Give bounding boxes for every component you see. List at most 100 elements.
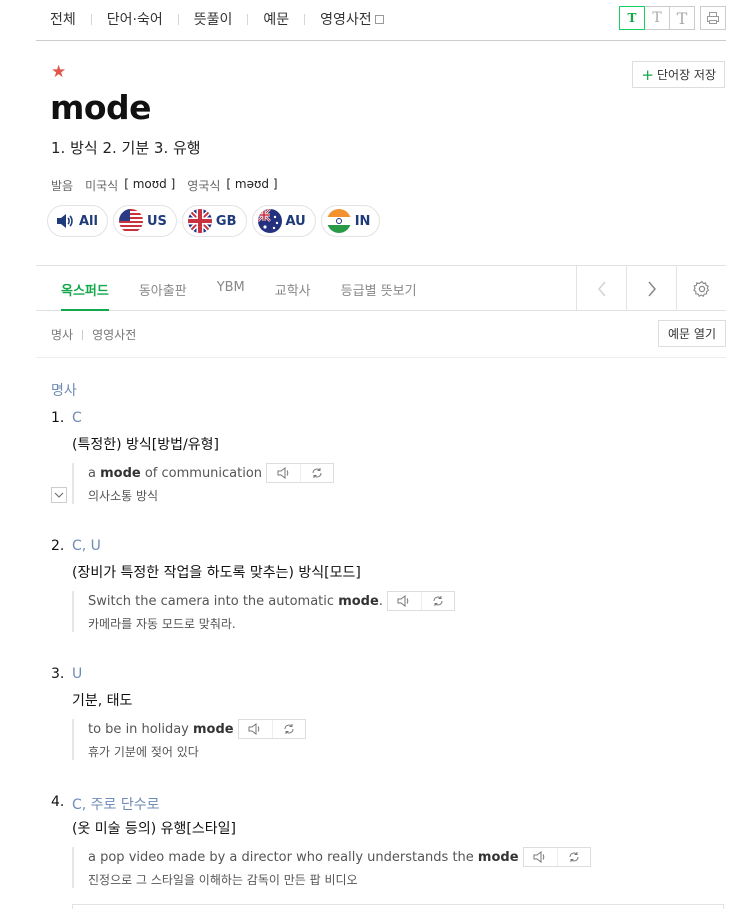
in-flag-icon — [326, 209, 351, 233]
definition-text: 기분, 태도 — [72, 693, 133, 709]
pronunciation-row: 발음 미국식 [ moʊd ] 영국식 [ məʊd ] — [51, 177, 278, 194]
chevron-down-icon — [54, 492, 64, 498]
repeat-example-button[interactable] — [556, 848, 590, 866]
audio-all-button[interactable]: All — [47, 205, 108, 237]
tab-ybm[interactable]: YBM — [217, 266, 245, 311]
tab-all[interactable]: 전체 — [50, 9, 76, 29]
meaning-summary: 1. 방식 2. 기분 3. 유행 — [51, 139, 201, 157]
speaker-icon — [397, 595, 409, 607]
repeat-example-button[interactable] — [300, 464, 333, 482]
repeat-example-button[interactable] — [271, 720, 305, 738]
example-english: a pop video made by a director who reall… — [88, 847, 591, 867]
grammar-label: C, 주로 단수로 — [72, 797, 160, 813]
gear-icon — [692, 280, 709, 297]
us-ipa: [ moʊd ] — [124, 177, 176, 191]
save-to-wordbook-button[interactable]: + 단어장 저장 — [632, 61, 725, 88]
grammar-label: C, U — [72, 538, 101, 554]
audio-label: All — [79, 213, 98, 229]
expand-button[interactable] — [51, 487, 67, 503]
example-text: a mode of communication — [88, 466, 262, 481]
tab-word-idiom[interactable]: 단어·숙어 — [107, 9, 163, 29]
example-korean: 의사소통 방식 — [88, 489, 159, 503]
repeat-icon — [312, 468, 322, 478]
next-button[interactable] — [626, 266, 676, 311]
settings-button[interactable] — [676, 266, 726, 311]
repeat-example-button[interactable] — [420, 592, 454, 610]
link-noun[interactable]: 명사 — [51, 326, 73, 343]
grammar-label: U — [72, 666, 83, 682]
example-headword: mode — [100, 465, 141, 481]
tab-english-dictionary[interactable]: 영영사전 — [320, 9, 384, 29]
tab-kyohak[interactable]: 교학사 — [275, 266, 311, 311]
source-nav — [576, 266, 726, 311]
example-korean: 휴가 기분에 젖어 있다 — [88, 745, 199, 759]
font-size-small-button[interactable]: T — [619, 6, 645, 30]
tab-oxford[interactable]: 옥스퍼드 — [61, 266, 109, 311]
example-english: a mode of communication — [88, 463, 335, 483]
audio-us-button[interactable]: US — [112, 205, 177, 237]
entry-number: 4. — [51, 794, 65, 810]
example-text-part: . — [378, 593, 383, 609]
tab-dong-a[interactable]: 동아출판 — [139, 266, 187, 311]
prev-button[interactable] — [576, 266, 626, 311]
play-example-button[interactable] — [267, 464, 300, 482]
example-text: Switch the camera into the automatic mod… — [88, 594, 383, 609]
uk-label: 영국식 — [187, 179, 221, 193]
example-headword: mode — [338, 593, 379, 609]
divider — [90, 13, 92, 25]
definition-text: (특정한) 방식[방법/유형] — [72, 437, 219, 453]
print-icon — [707, 12, 719, 24]
example: to be in holiday mode 휴가 기분에 젖어 있다 — [72, 719, 306, 760]
tab-label: 영영사전 — [320, 12, 372, 28]
definition-text: (옷 미술 등의) 유행[스타일] — [72, 821, 236, 837]
example-text-part: a pop video made by a director who reall… — [88, 849, 478, 865]
chevron-right-icon — [647, 281, 656, 296]
tab-meaning[interactable]: 뜻풀이 — [194, 9, 233, 29]
example: Switch the camera into the automatic mod… — [72, 591, 455, 632]
entry-number: 2. — [51, 538, 65, 554]
part-of-speech: 명사 — [51, 383, 77, 399]
example-text-part: a — [88, 465, 101, 481]
definition-text: (장비가 특정한 작업을 하도록 맞추는) 방식[모드] — [72, 565, 361, 581]
pronunciation-audio-buttons: All US GB AU IN — [47, 205, 381, 237]
font-size-large-button[interactable]: T — [669, 6, 695, 30]
example-headword: mode — [477, 849, 519, 865]
speaker-icon — [533, 851, 545, 863]
pronunciation-label: 발음 — [51, 179, 74, 193]
play-example-button[interactable] — [524, 848, 557, 866]
speaker-icon — [277, 467, 288, 479]
example-controls — [386, 591, 455, 611]
audio-gb-button[interactable]: GB — [181, 205, 247, 237]
example-text-part: Switch the camera into the automatic — [88, 593, 339, 609]
audio-in-button[interactable]: IN — [320, 205, 381, 237]
entry-number: 3. — [51, 666, 65, 682]
example-text: to be in holiday mode — [88, 722, 234, 737]
tab-level-meanings[interactable]: 등급별 뜻보기 — [341, 266, 417, 311]
example: a mode of communication 의사소통 방식 — [72, 463, 335, 504]
divider — [304, 13, 306, 25]
audio-au-button[interactable]: AU — [251, 205, 316, 237]
open-examples-button[interactable]: 예문 열기 — [658, 320, 726, 347]
headword: mode — [50, 88, 152, 127]
example-text-part: of communication — [140, 465, 263, 481]
tab-examples[interactable]: 예문 — [263, 9, 289, 29]
example-controls — [266, 463, 335, 483]
next-section-box — [72, 904, 724, 909]
repeat-icon — [433, 596, 443, 606]
speaker-icon — [248, 723, 260, 735]
font-size-medium-button[interactable]: T — [644, 6, 670, 30]
us-flag-icon — [118, 209, 143, 233]
play-example-button[interactable] — [388, 592, 421, 610]
dictionary-source-bar: 옥스퍼드 동아출판 YBM 교학사 등급별 뜻보기 — [36, 265, 726, 311]
print-button[interactable] — [700, 6, 726, 30]
example-headword: mode — [193, 721, 234, 737]
example: a pop video made by a director who reall… — [72, 847, 591, 888]
play-example-button[interactable] — [239, 720, 272, 738]
search-category-tabs: 전체 단어·숙어 뜻풀이 예문 영영사전 — [50, 9, 384, 29]
us-label: 미국식 — [85, 179, 119, 193]
example-text: a pop video made by a director who reall… — [88, 850, 519, 865]
link-english-dictionary[interactable]: 영영사전 — [92, 326, 136, 343]
star-icon[interactable]: ★ — [51, 62, 66, 82]
entry-number: 1. — [51, 410, 65, 426]
example-english: Switch the camera into the automatic mod… — [88, 591, 455, 611]
